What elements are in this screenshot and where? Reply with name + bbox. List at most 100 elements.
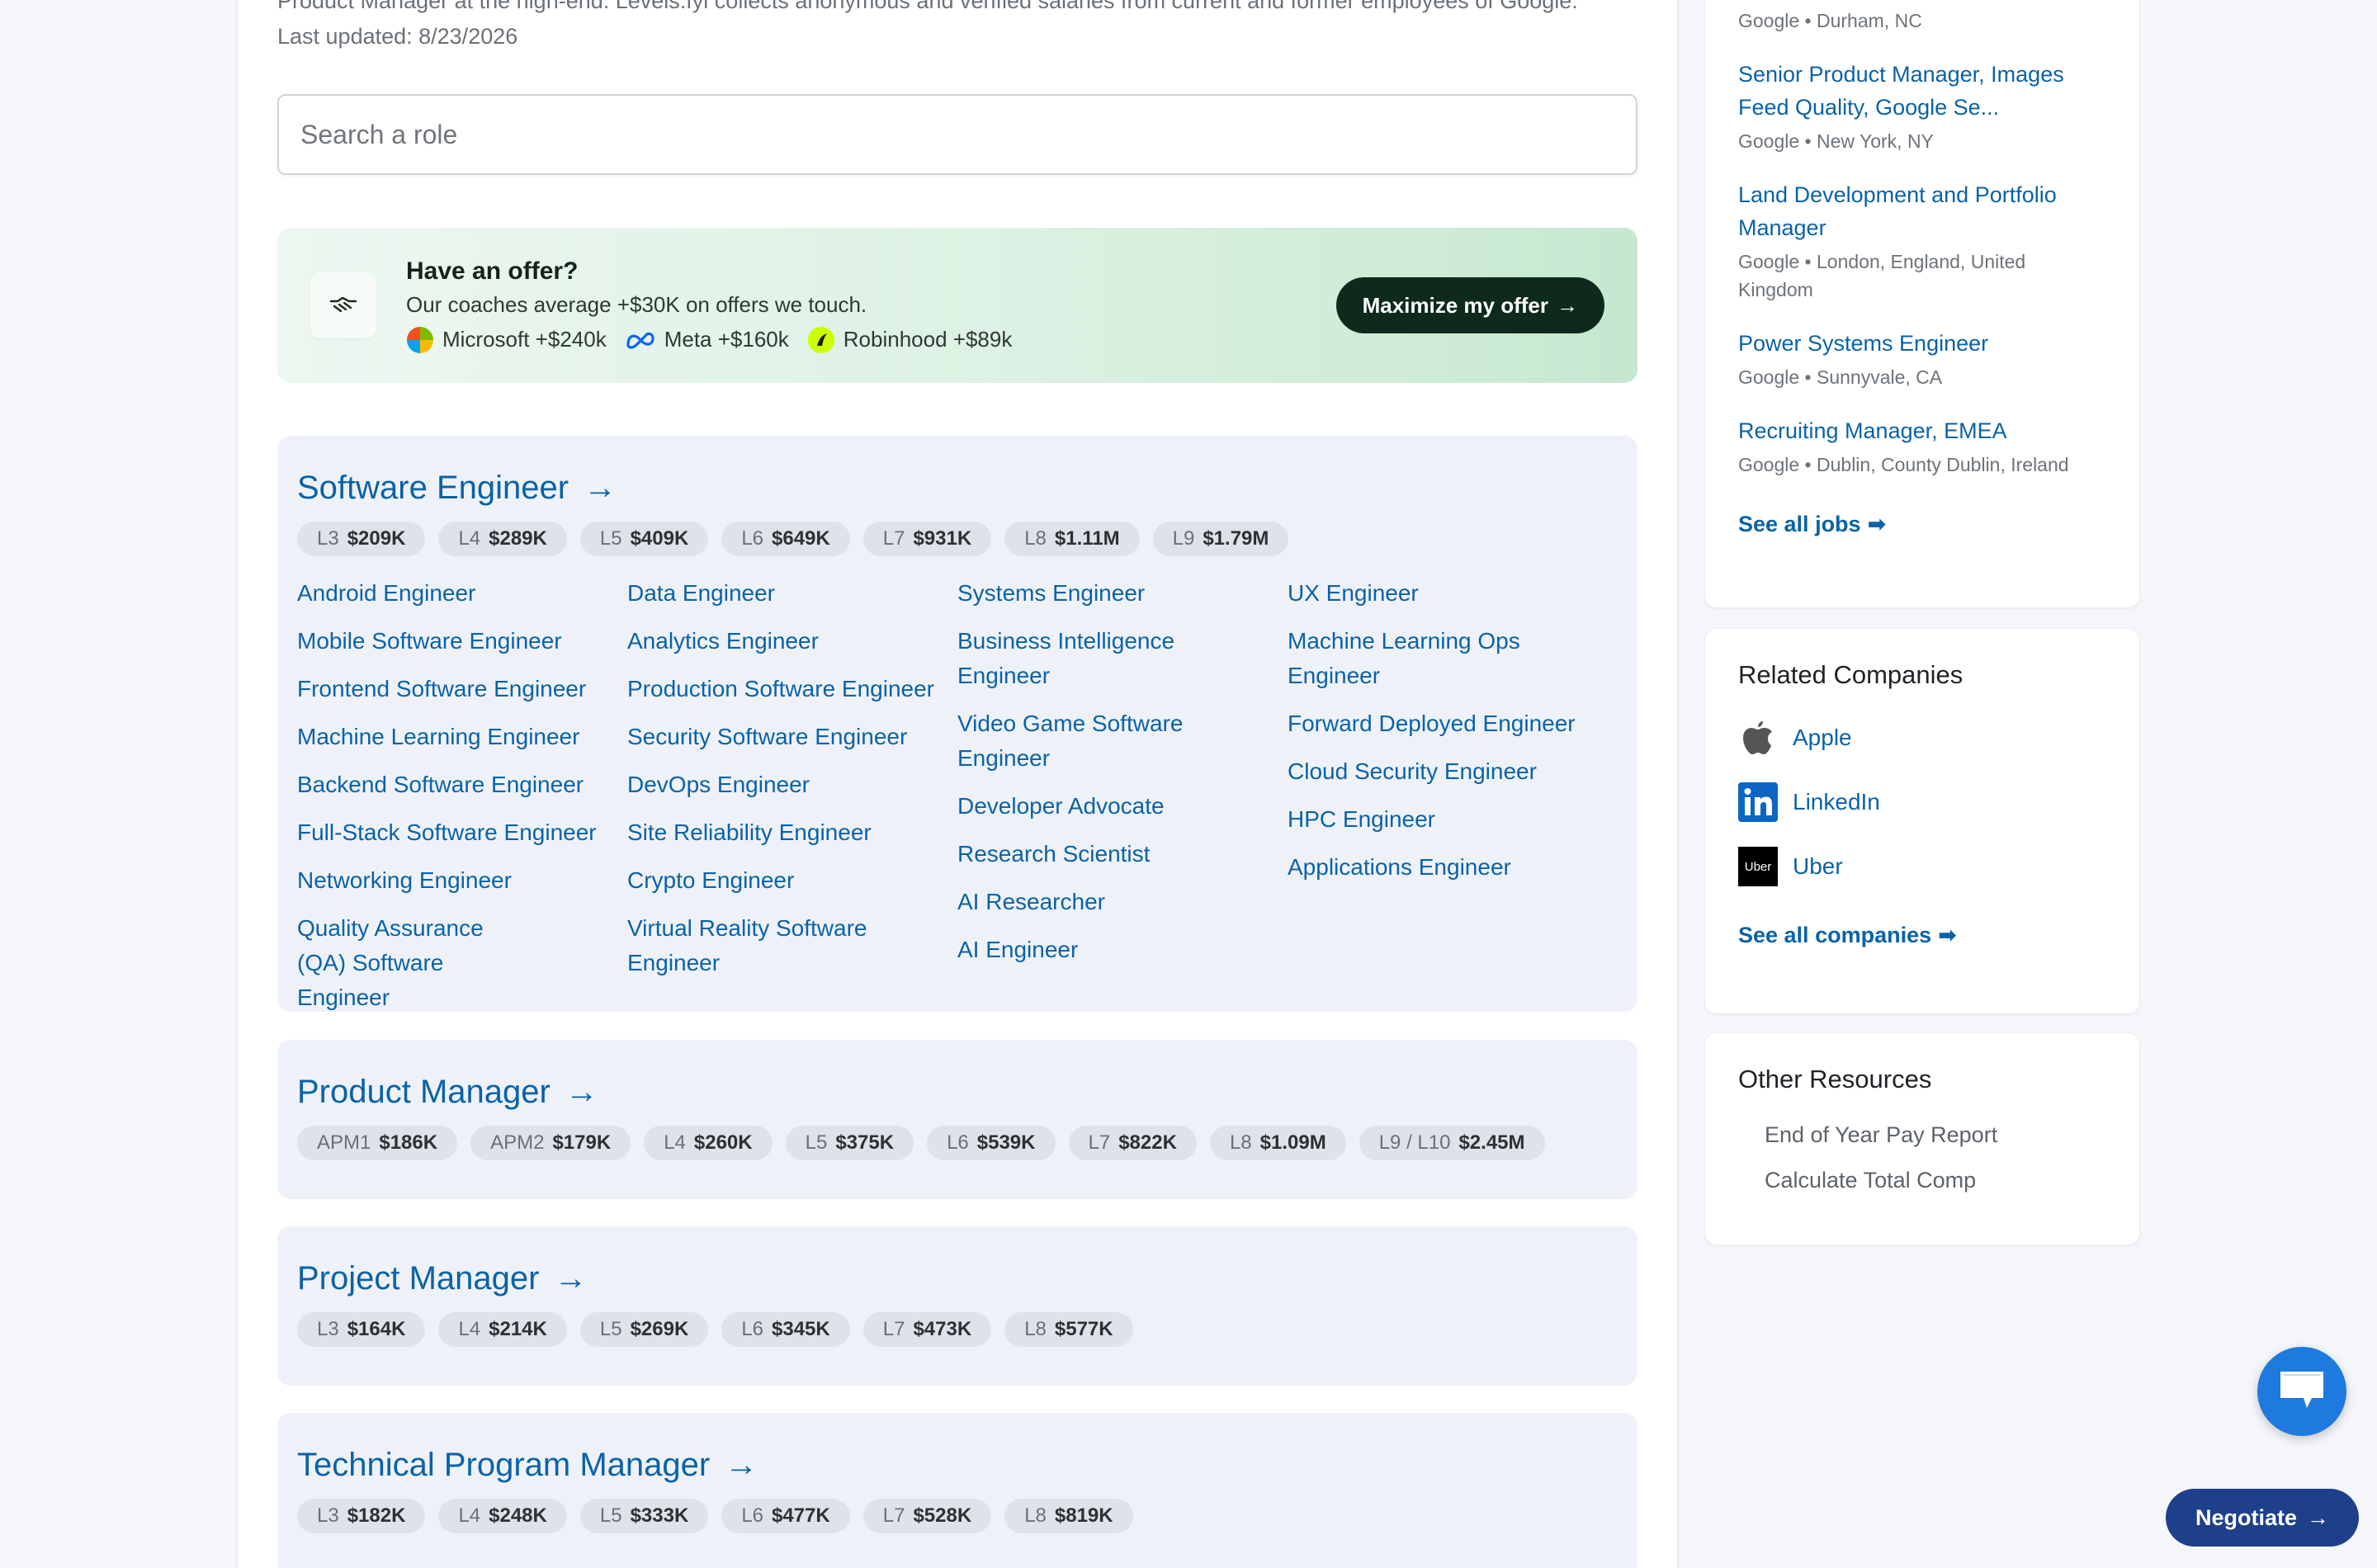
subrole-link[interactable]: Data Engineer <box>627 576 957 611</box>
level-chip[interactable]: L5 $409K <box>579 522 709 556</box>
company-uber[interactable]: Uber Uber <box>1738 847 2106 886</box>
subrole-link[interactable]: Quality Assurance (QA) Software Engineer <box>297 911 553 1015</box>
apple-logo-icon <box>1738 718 1778 758</box>
level-value: $2.45M <box>1458 1131 1525 1154</box>
job-link[interactable]: Land Development and Portfolio Manager <box>1738 178 2085 244</box>
subrole-link[interactable]: Production Software Engineer <box>627 672 957 706</box>
subrole-link[interactable]: Site Reliability Engineer <box>627 815 957 850</box>
subrole-link[interactable]: Analytics Engineer <box>627 624 957 659</box>
role-title-project-manager[interactable]: Project Manager → <box>297 1258 1618 1299</box>
subrole-link[interactable]: Forward Deployed Engineer <box>1288 706 1618 741</box>
level-chips: L3 $209K L4 $289K L5 $409K L6 $649K L7 $931K … <box>297 522 1618 556</box>
job-link[interactable]: Power Systems Engineer <box>1738 327 2106 360</box>
subrole-link[interactable]: Research Scientist <box>957 837 1288 871</box>
subrole-link[interactable]: Android Engineer <box>297 576 627 611</box>
level-chip[interactable]: L8 $577K <box>1004 1312 1133 1347</box>
level-chip[interactable]: L9 $1.79M <box>1152 522 1289 556</box>
subrole-link[interactable]: Cloud Security Engineer <box>1288 754 1618 789</box>
level-chip[interactable]: L4 $248K <box>438 1499 567 1533</box>
level-chip[interactable]: L3 $209K <box>297 522 426 556</box>
level-value: $209K <box>347 527 406 550</box>
role-card-software-engineer: Software Engineer → L3 $209K L4 $289K L5 $4… <box>277 436 1637 1012</box>
subrole-link[interactable]: Frontend Software Engineer <box>297 672 627 706</box>
level-chip[interactable]: L7 $931K <box>862 522 992 556</box>
level-chip[interactable]: L9 / L10 $2.45M <box>1359 1126 1545 1160</box>
subrole-link[interactable]: Developer Advocate <box>957 789 1288 824</box>
level-chip[interactable]: APM1 $186K <box>297 1126 458 1160</box>
see-all-jobs-link[interactable]: See all jobs ➡ <box>1738 512 1886 537</box>
subrole-link[interactable]: Full-Stack Software Engineer <box>297 815 627 850</box>
subrole-link[interactable]: Business Intelligence Engineer <box>957 624 1205 693</box>
subrole-link[interactable]: Machine Learning Ops Engineer <box>1288 624 1543 693</box>
subrole-link[interactable]: UX Engineer <box>1288 576 1618 611</box>
level-chip[interactable]: L8 $1.11M <box>1004 522 1140 556</box>
subrole-link[interactable]: Virtual Reality Software Engineer <box>627 911 900 980</box>
level-chip[interactable]: L6 $539K <box>927 1126 1056 1160</box>
role-title-software-engineer[interactable]: Software Engineer → <box>297 467 1618 508</box>
level-chip[interactable]: L6 $477K <box>721 1499 850 1533</box>
subrole-link[interactable]: Mobile Software Engineer <box>297 624 627 659</box>
level-chip[interactable]: L4 $260K <box>644 1126 773 1160</box>
job-item: Recruiting Manager, EMEA Google • Dublin… <box>1738 414 2106 479</box>
intro-text: Product Manager at the high-end. Levels.… <box>277 0 1639 54</box>
level-chip[interactable]: L8 $1.09M <box>1209 1126 1346 1160</box>
company-apple[interactable]: Apple <box>1738 718 2106 758</box>
subrole-column: Data Engineer Analytics Engineer Product… <box>627 576 957 1028</box>
level-label: L6 <box>947 1131 969 1154</box>
subrole-link[interactable]: Crypto Engineer <box>627 863 957 898</box>
resource-link[interactable]: Calculate Total Comp <box>1765 1158 2106 1203</box>
role-title-product-manager[interactable]: Product Manager → <box>297 1071 1618 1112</box>
level-chip[interactable]: APM2 $179K <box>470 1126 631 1160</box>
level-chip[interactable]: L3 $182K <box>297 1499 426 1533</box>
offer-company-robinhood-label: Robinhood +$89k <box>843 327 1013 352</box>
subrole-link[interactable]: Video Game Software Engineer <box>957 706 1205 776</box>
company-linkedin[interactable]: LinkedIn <box>1738 782 2106 822</box>
level-chip[interactable]: L4 $289K <box>438 522 567 556</box>
chat-button[interactable] <box>2257 1347 2346 1436</box>
maximize-offer-button[interactable]: Maximize my offer → <box>1335 277 1604 333</box>
level-chip[interactable]: L8 $819K <box>1004 1499 1133 1533</box>
subrole-link[interactable]: Security Software Engineer <box>627 720 957 754</box>
job-link[interactable]: Recruiting Manager, EMEA <box>1738 414 2106 447</box>
offer-company-robinhood: Robinhood +$89k <box>807 326 1013 354</box>
level-chip[interactable]: L6 $345K <box>721 1312 850 1347</box>
resource-link[interactable]: End of Year Pay Report <box>1765 1112 2106 1158</box>
level-chip[interactable]: L7 $528K <box>862 1499 992 1533</box>
level-chip[interactable]: L5 $375K <box>785 1126 914 1160</box>
level-value: $822K <box>1118 1131 1177 1154</box>
role-search-box[interactable] <box>277 94 1637 175</box>
level-chips: L3 $182K L4 $248K L5 $333K L6 $477K L7 $528K … <box>297 1499 1618 1533</box>
subrole-link[interactable]: Applications Engineer <box>1288 850 1618 885</box>
negotiate-button[interactable]: Negotiate → <box>2166 1489 2359 1547</box>
subrole-link[interactable]: DevOps Engineer <box>627 767 957 802</box>
role-search-input[interactable] <box>300 119 1614 150</box>
subrole-link[interactable]: Machine Learning Engineer <box>297 720 627 754</box>
level-value: $1.79M <box>1203 527 1269 550</box>
level-label: L6 <box>741 1504 764 1527</box>
level-label: L4 <box>664 1131 686 1154</box>
level-value: $333K <box>630 1504 689 1527</box>
subrole-link[interactable]: AI Researcher <box>957 885 1288 919</box>
level-chip[interactable]: L4 $214K <box>438 1312 567 1347</box>
subrole-link[interactable]: Backend Software Engineer <box>297 767 627 802</box>
level-chip[interactable]: L6 $649K <box>721 522 850 556</box>
level-chip[interactable]: L7 $473K <box>862 1312 992 1347</box>
role-title-technical-program-manager[interactable]: Technical Program Manager → <box>297 1444 1618 1485</box>
subrole-link[interactable]: AI Engineer <box>957 933 1288 967</box>
arrow-right-icon: → <box>584 469 617 506</box>
see-all-jobs-label: See all jobs <box>1738 512 1861 536</box>
level-value: $186K <box>379 1131 438 1154</box>
job-link[interactable]: Senior Product Manager, Images Feed Qual… <box>1738 58 2106 124</box>
offer-company-meta: Meta +$160k <box>625 327 789 352</box>
subrole-link[interactable]: Systems Engineer <box>957 576 1288 611</box>
level-label: L6 <box>741 1318 764 1340</box>
job-meta: Google • London, England, United Kingdom <box>1738 251 2026 300</box>
subrole-link[interactable]: HPC Engineer <box>1288 802 1618 837</box>
level-label: L7 <box>882 1318 905 1340</box>
level-chip[interactable]: L7 $822K <box>1068 1126 1197 1160</box>
level-chip[interactable]: L5 $333K <box>579 1499 709 1533</box>
see-all-companies-link[interactable]: See all companies ➡ <box>1738 923 1957 948</box>
subrole-link[interactable]: Networking Engineer <box>297 863 627 898</box>
level-chip[interactable]: L5 $269K <box>579 1312 709 1347</box>
level-chip[interactable]: L3 $164K <box>297 1312 426 1347</box>
